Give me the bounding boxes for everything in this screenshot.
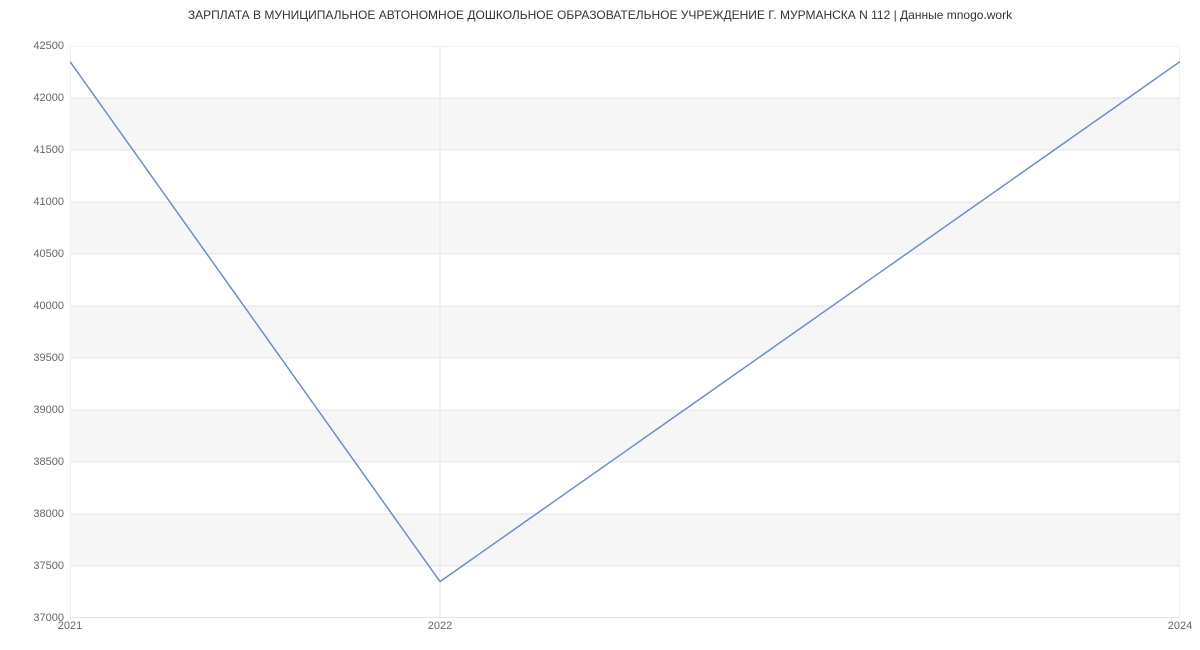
y-tick-label: 40000 <box>33 300 64 312</box>
plot-svg <box>70 46 1180 618</box>
chart-title: ЗАРПЛАТА В МУНИЦИПАЛЬНОЕ АВТОНОМНОЕ ДОШК… <box>0 8 1200 22</box>
x-tick-label: 2021 <box>58 620 82 632</box>
y-tick-label: 37500 <box>33 560 64 572</box>
y-tick-label: 38500 <box>33 456 64 468</box>
x-tick-label: 2022 <box>428 620 452 632</box>
y-axis-labels: 3700037500380003850039000395004000040500… <box>0 46 64 618</box>
y-tick-label: 38000 <box>33 508 64 520</box>
plot-area <box>70 46 1180 618</box>
y-tick-label: 42500 <box>33 40 64 52</box>
y-tick-label: 39000 <box>33 404 64 416</box>
y-tick-label: 41500 <box>33 144 64 156</box>
y-tick-label: 39500 <box>33 352 64 364</box>
x-axis-labels: 202120222024 <box>70 620 1180 640</box>
y-tick-label: 42000 <box>33 92 64 104</box>
y-tick-label: 40500 <box>33 248 64 260</box>
y-tick-label: 41000 <box>33 196 64 208</box>
line-chart: ЗАРПЛАТА В МУНИЦИПАЛЬНОЕ АВТОНОМНОЕ ДОШК… <box>0 0 1200 650</box>
x-tick-label: 2024 <box>1168 620 1192 632</box>
